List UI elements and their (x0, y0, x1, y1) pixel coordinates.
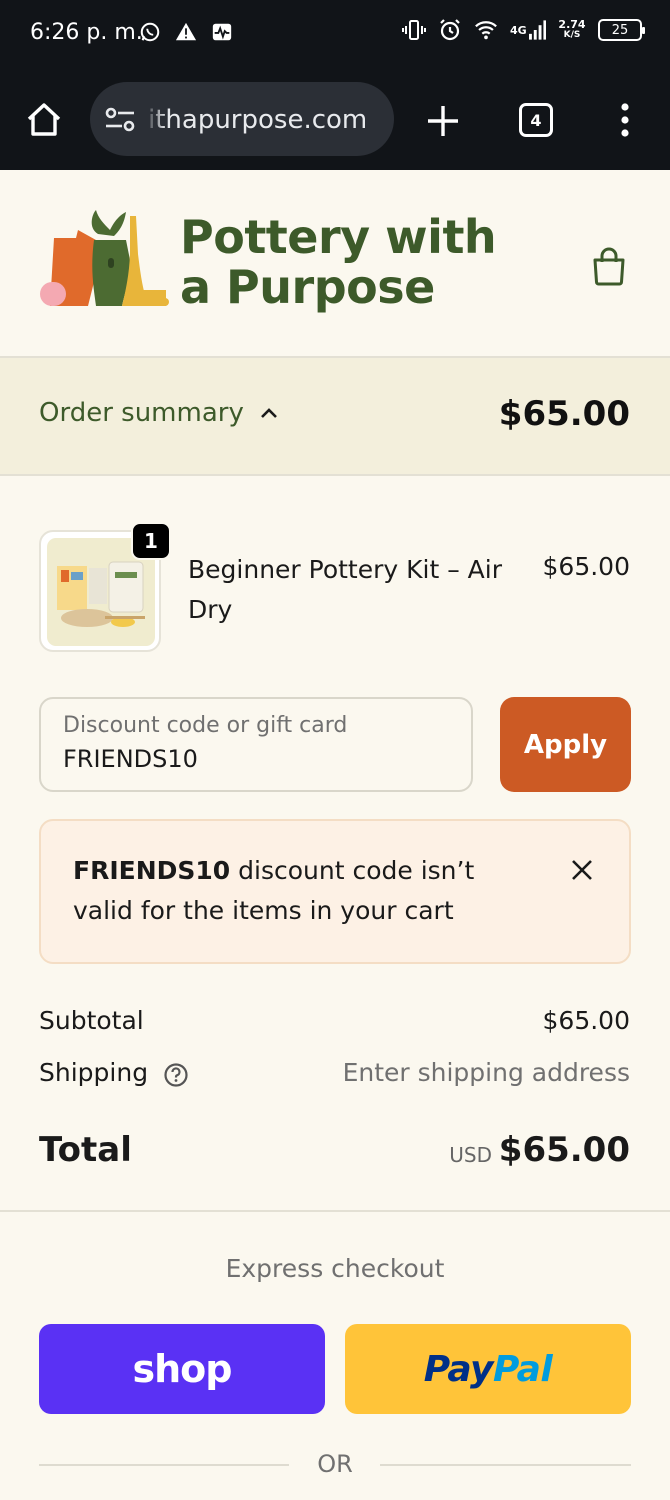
plus-icon (428, 106, 458, 136)
wifi-icon (474, 18, 498, 42)
discount-error-alert: FRIENDS10 discount code isn’t valid for … (39, 819, 631, 964)
express-checkout-label: Express checkout (225, 1254, 445, 1283)
order-summary-toggle[interactable]: Order summary (39, 398, 278, 428)
close-alert-button[interactable] (569, 857, 595, 883)
paypal-logo-pal: Pal (493, 1348, 553, 1390)
status-time: 6:26 p. m. (30, 20, 143, 45)
site-settings-icon[interactable] (104, 106, 136, 134)
or-label: OR (317, 1450, 353, 1478)
order-summary-label: Order summary (39, 398, 244, 428)
vibrate-icon (402, 18, 426, 42)
activity-icon (210, 20, 234, 44)
battery-icon: 25 (598, 19, 645, 41)
store-logo-text[interactable]: Pottery with a Purpose (180, 210, 497, 314)
discount-code-field[interactable]: Discount code or gift card FRIENDS10 (39, 697, 473, 792)
apply-discount-button[interactable]: Apply (500, 697, 631, 792)
discount-field-label: Discount code or gift card (63, 713, 348, 738)
chevron-up-icon (260, 408, 277, 418)
url-fade (144, 98, 166, 140)
quantity-badge: 1 (131, 522, 171, 560)
close-icon (572, 860, 592, 880)
shopping-bag-icon (593, 247, 625, 286)
shipping-label: Shipping (39, 1058, 149, 1087)
paypal-logo-pay: Pay (423, 1348, 494, 1390)
url-text[interactable]: ithapurpose.com (148, 105, 367, 135)
home-icon (27, 103, 61, 136)
or-divider-left (39, 1464, 289, 1466)
order-summary-total: $65.00 (498, 394, 630, 434)
network-type: 4G (510, 23, 527, 37)
alert-message: FRIENDS10 discount code isn’t valid for … (73, 851, 513, 931)
cart-button[interactable] (590, 246, 628, 286)
warning-icon (174, 20, 198, 44)
help-icon[interactable] (163, 1062, 189, 1088)
more-vertical-icon (621, 103, 629, 137)
shop-pay-logo: shop (132, 1347, 233, 1391)
address-bar[interactable]: ithapurpose.com (90, 82, 394, 156)
shop-pay-button[interactable]: shop (39, 1324, 325, 1414)
store-header: Pottery with a Purpose (0, 170, 670, 358)
or-divider-right (380, 1464, 631, 1466)
paypal-button[interactable]: Pay Pal (345, 1324, 631, 1414)
tab-switcher-button[interactable]: 4 (519, 103, 553, 137)
browser-toolbar: ithapurpose.com 4 (0, 68, 670, 170)
notification-icons (138, 20, 234, 44)
alarm-icon (438, 18, 462, 42)
shipping-value: Enter shipping address (342, 1058, 630, 1087)
net-speed: 2.74 K/S (558, 18, 586, 40)
signal-icon: 4G (510, 18, 546, 42)
section-divider (0, 1210, 670, 1212)
product-name: Beginner Pottery Kit – Air Dry (188, 555, 502, 624)
browser-menu-button[interactable] (612, 100, 638, 140)
product-price: $65.00 (542, 552, 630, 581)
discount-field-value[interactable]: FRIENDS10 (63, 745, 198, 773)
order-summary-bar: Order summary $65.00 (0, 358, 670, 476)
store-logo-icon[interactable] (38, 210, 170, 310)
logo-line-2: a Purpose (180, 260, 435, 314)
logo-line-1: Pottery with (180, 210, 497, 264)
home-button[interactable] (24, 100, 64, 140)
total-currency: USD (449, 1143, 492, 1167)
system-icons: 4G 2.74 K/S 25 (402, 18, 645, 42)
total-label: Total (39, 1130, 132, 1170)
alert-code: FRIENDS10 (73, 856, 231, 885)
whatsapp-icon (138, 20, 162, 44)
subtotal-value: $65.00 (542, 1006, 630, 1035)
total-value: $65.00 (498, 1130, 630, 1170)
status-bar: 6:26 p. m. 4G 2.74 K/S 25 (0, 0, 670, 68)
new-tab-button[interactable] (424, 102, 462, 140)
subtotal-label: Subtotal (39, 1006, 144, 1035)
